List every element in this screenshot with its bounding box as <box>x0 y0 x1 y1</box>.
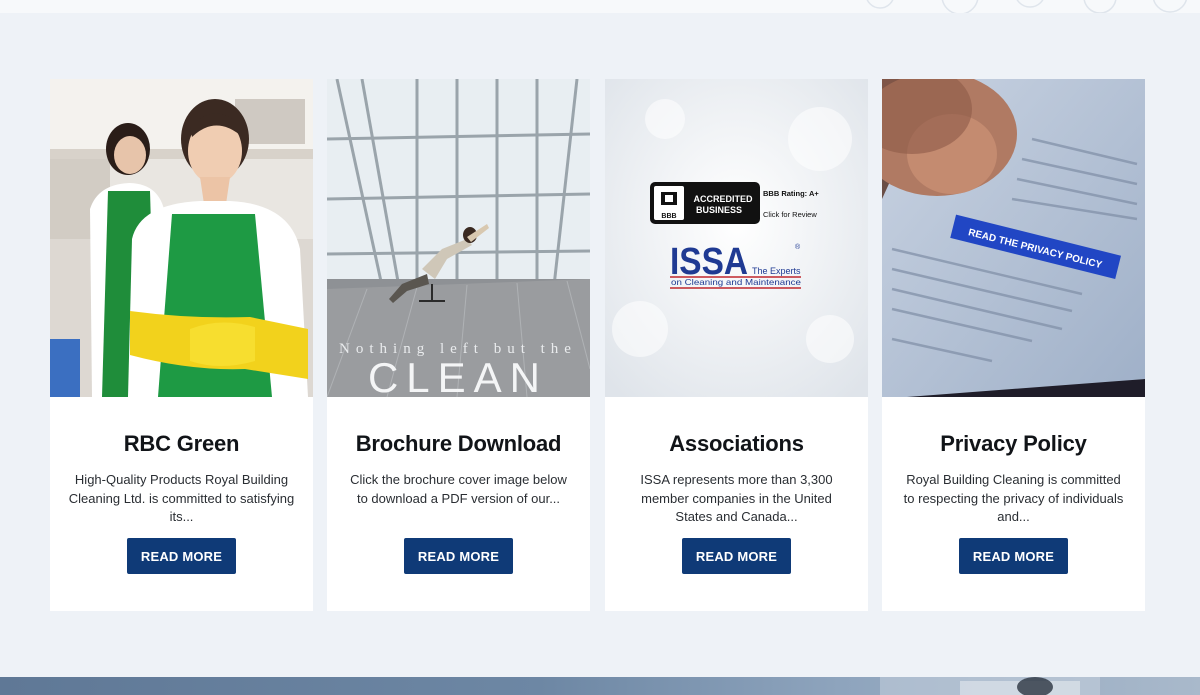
read-more-button[interactable]: READ MORE <box>682 538 791 574</box>
bbb-review-text: Click for Review <box>763 210 817 219</box>
footer-banner-strip <box>0 677 1200 695</box>
card-brochure-download: Nothing left but the CLEAN Brochure Down… <box>327 79 590 611</box>
privacy-phone-photo: READ THE PRIVACY POLICY <box>882 79 1145 397</box>
card-excerpt: Royal Building Cleaning is committed to … <box>903 472 1124 524</box>
bbb-mark-text: BBB <box>661 213 676 220</box>
associations-image[interactable]: BBB ACCREDITED BUSINESS BBB Rating: A+ C… <box>605 79 868 397</box>
card-title: Associations <box>669 431 804 456</box>
brochure-cover: Nothing left but the CLEAN <box>327 79 590 397</box>
card-title: Brochure Download <box>355 431 562 456</box>
card-excerpt: Click the brochure cover image below to … <box>350 472 567 506</box>
read-more-button[interactable]: READ MORE <box>959 538 1068 574</box>
read-more-button[interactable]: READ MORE <box>127 538 236 574</box>
decorative-pattern <box>866 0 1188 13</box>
cleaning-staff-photo <box>50 79 313 397</box>
association-logos: BBB ACCREDITED BUSINESS BBB Rating: A+ C… <box>605 79 868 397</box>
card-excerpt: ISSA represents more than 3,300 member c… <box>640 472 833 524</box>
bbb-accredited-text: ACCREDITED <box>693 194 753 204</box>
card-excerpt: High-Quality Products Royal Building Cle… <box>68 472 295 524</box>
card-rbc-green: RBC Green High-Quality Products Royal Bu… <box>50 79 313 611</box>
read-more-button[interactable]: READ MORE <box>404 538 513 574</box>
feature-cards: RBC Green High-Quality Products Royal Bu… <box>50 79 1150 611</box>
bbb-business-text: BUSINESS <box>696 205 742 215</box>
top-strip <box>0 0 1200 13</box>
bbb-rating-text: BBB Rating: A+ <box>763 189 819 198</box>
brochure-headline: CLEAN <box>368 354 548 397</box>
brochure-cover-image[interactable]: Nothing left but the CLEAN <box>327 79 590 397</box>
issa-tagline-2: on Cleaning and Maintenance <box>671 277 801 287</box>
card-associations: BBB ACCREDITED BUSINESS BBB Rating: A+ C… <box>605 79 868 611</box>
card-title: Privacy Policy <box>940 431 1087 456</box>
card-privacy-policy: READ THE PRIVACY POLICY Privacy Policy R… <box>882 79 1145 611</box>
issa-tagline-1: The Experts <box>752 266 801 276</box>
card-title: RBC Green <box>123 431 240 456</box>
svg-text:®: ® <box>795 243 801 251</box>
footer-banner-photo <box>880 677 1100 695</box>
privacy-policy-image[interactable]: READ THE PRIVACY POLICY <box>882 79 1145 397</box>
rbc-green-image[interactable] <box>50 79 313 397</box>
